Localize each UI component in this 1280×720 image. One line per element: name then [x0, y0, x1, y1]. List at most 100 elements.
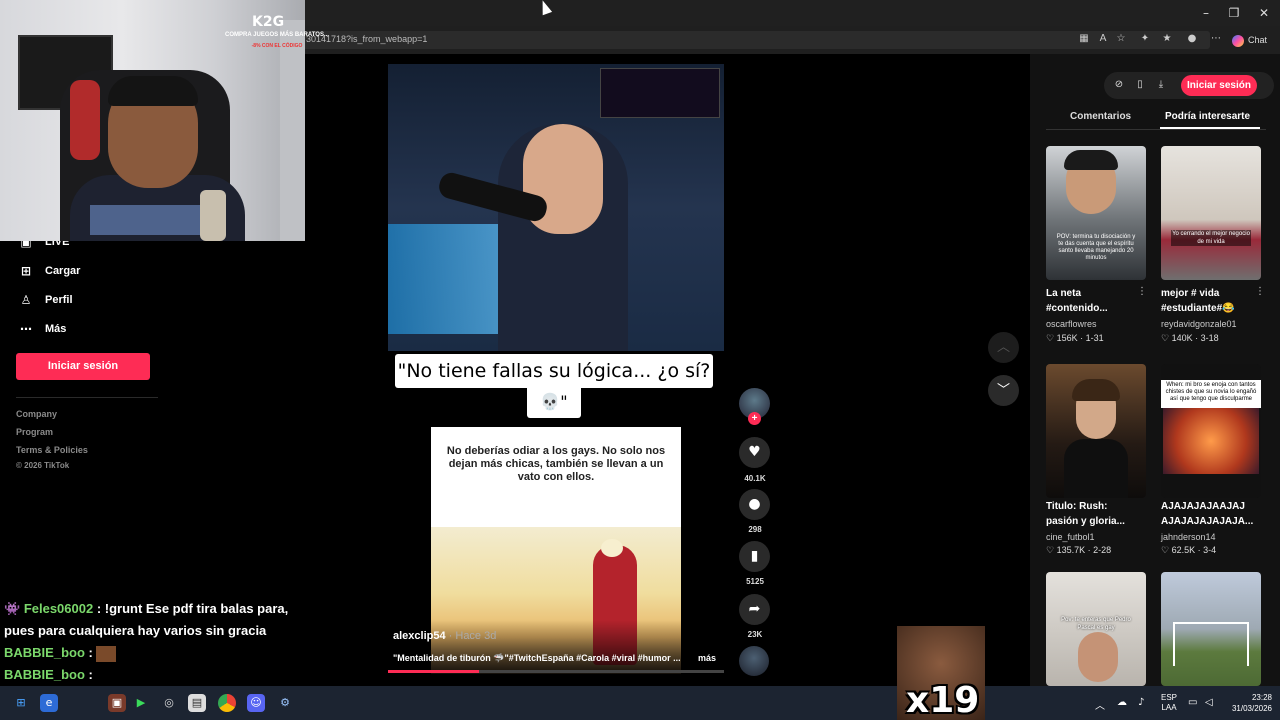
network-icon[interactable]: ☁	[1117, 697, 1127, 708]
recommended-stats: ♡ 135.7K · 2-28	[1046, 545, 1112, 555]
meme-text: No deberías odiar a los gays. No solo no…	[446, 445, 666, 483]
chat-emote-icon	[96, 645, 117, 662]
video-description: "Mentalidad de tiburón 🦈"#TwitchEspaña #…	[393, 653, 681, 663]
copilot-chat-button[interactable]: Chat	[1232, 31, 1274, 49]
chevron-down-icon: ﹀	[996, 383, 1010, 398]
app-icon[interactable]: ▤	[188, 694, 206, 712]
sound-avatar[interactable]	[739, 646, 769, 676]
menu-dots-icon[interactable]: ⋯	[1209, 32, 1223, 46]
save-button[interactable]: ▮	[739, 541, 770, 572]
recommended-thumbnail[interactable]	[1046, 364, 1146, 498]
sidebar-divider	[16, 397, 158, 398]
compass-icon[interactable]: ⊘	[1112, 78, 1126, 92]
comment-count: 298	[748, 525, 762, 534]
next-video-button[interactable]: ﹀	[988, 375, 1019, 406]
sponsor-text: COMPRA JUEGOS MÁS BARATOS...	[225, 32, 329, 38]
recommended-stats: ♡ 140K · 3-18	[1161, 333, 1219, 343]
heart-outline-icon: ♡	[1046, 545, 1055, 555]
microphone	[200, 190, 226, 241]
recommended-user[interactable]: jahnderson14	[1161, 532, 1216, 542]
recommended-thumbnail[interactable]: POV: termina tu disociación y te das cue…	[1046, 146, 1146, 280]
more-icon: ⋯	[20, 322, 32, 336]
chevron-up-icon: ︿	[996, 340, 1010, 355]
upload-icon: ⊞	[20, 264, 32, 278]
recommended-thumbnail[interactable]	[1161, 572, 1261, 686]
footer-link-terms[interactable]: Terms & Policies	[16, 445, 88, 455]
emote-multiplier: x19	[906, 680, 980, 720]
like-count: 40.1K	[744, 474, 766, 483]
extensions-icon[interactable]: ✦	[1138, 32, 1152, 46]
tab-recommended[interactable]: Podría interesarte	[1165, 111, 1250, 122]
video-overlay-gradient	[388, 620, 724, 674]
save-count: 5125	[746, 577, 764, 586]
profile-avatar-icon[interactable]: ●	[1185, 32, 1199, 46]
tab-divider	[1046, 129, 1266, 130]
recommended-title[interactable]: mejor # vida #estudiante#😂	[1161, 286, 1256, 316]
recommended-title[interactable]: La neta #contenido...	[1046, 286, 1141, 316]
heart-outline-icon: ♡	[1161, 333, 1170, 343]
copilot-icon	[1232, 34, 1244, 47]
login-button-right[interactable]: Iniciar sesión	[1181, 75, 1257, 96]
recommended-thumbnail[interactable]: Pov: te enteras que Pedro Pascal es gay	[1046, 572, 1146, 686]
windows-start-icon[interactable]: ⊞	[12, 694, 30, 712]
device-icon[interactable]: ▯	[1133, 78, 1147, 92]
monitor-icon[interactable]: ▭	[1188, 697, 1197, 708]
volume-icon[interactable]: ◁	[1205, 697, 1213, 708]
steam-icon[interactable]: ⚙	[276, 694, 294, 712]
close-icon[interactable]: ✕	[1256, 5, 1272, 21]
sponsor-logo: K2G	[252, 14, 285, 30]
media-play-icon[interactable]: ▶	[132, 694, 150, 712]
share-button[interactable]: ➦	[739, 594, 770, 625]
recommended-stats: ♡ 156K · 1-31	[1046, 333, 1104, 343]
tab-comments[interactable]: Comentarios	[1070, 111, 1131, 122]
heart-outline-icon: ♡	[1046, 333, 1055, 343]
language-indicator[interactable]: ESP LAA	[1161, 693, 1177, 713]
clock[interactable]: 23:28 31/03/2026	[1222, 692, 1272, 714]
microphone-icon[interactable]: ♪	[1138, 697, 1144, 708]
app-icon[interactable]: ▦	[1077, 32, 1091, 46]
recommended-thumbnail[interactable]: Yo cerrando el mejor negocio de mi vida	[1161, 146, 1261, 280]
address-bar[interactable]: 30141718?is_from_webapp=1	[300, 31, 1210, 49]
translate-icon[interactable]: A	[1096, 32, 1110, 46]
share-count: 23K	[747, 630, 763, 639]
minimize-icon[interactable]: –	[1198, 5, 1214, 21]
obs-icon[interactable]: ◎	[160, 694, 178, 712]
sidebar-item-upload[interactable]: ⊞ Cargar	[18, 261, 81, 281]
more-options-icon[interactable]: ⋮	[1255, 286, 1265, 297]
recommended-title[interactable]: AJAJAJAJAAJAJ AJAJAJAJAJAJA...	[1161, 499, 1256, 529]
more-options-icon[interactable]: ⋮	[1137, 286, 1147, 297]
recommended-thumbnail[interactable]: When: mi bro se enoja con tantos chistes…	[1161, 364, 1261, 498]
chevron-up-icon[interactable]: ︿	[1095, 697, 1105, 712]
chat-message: BABBIE_boo :	[4, 642, 294, 664]
video-caption-end: 💀"	[527, 386, 581, 418]
chrome-icon[interactable]	[218, 694, 236, 712]
previous-video-button[interactable]: ︿	[988, 332, 1019, 363]
favorites-bar-icon[interactable]: ★	[1160, 32, 1174, 46]
recommended-user[interactable]: oscarflowres	[1046, 319, 1097, 329]
heart-icon: ♥	[748, 444, 761, 460]
recommended-title[interactable]: Titulo: Rush: pasión y gloria...	[1046, 499, 1141, 529]
chat-message: BABBIE_boo :	[4, 667, 93, 682]
video-player[interactable]	[388, 64, 724, 351]
video-author[interactable]: alexclip54 · Hace 3d	[393, 630, 496, 642]
follow-plus-icon[interactable]: +	[748, 412, 761, 425]
login-button[interactable]: Iniciar sesión	[16, 353, 150, 380]
recommended-user[interactable]: cine_futbol1	[1046, 532, 1095, 542]
like-button[interactable]: ♥	[739, 437, 770, 468]
comment-button[interactable]: ●	[739, 489, 770, 520]
app-icon[interactable]: ▣	[108, 694, 126, 712]
more-button[interactable]: más	[698, 653, 716, 663]
stream-chat: 👾 Feles06002 : !grunt Ese pdf tira balas…	[4, 598, 294, 686]
footer-link-company[interactable]: Company	[16, 409, 57, 419]
discord-icon[interactable]: ☺	[247, 694, 265, 712]
footer-link-program[interactable]: Program	[16, 427, 53, 437]
download-icon[interactable]: ⤓	[1154, 78, 1168, 92]
edge-icon[interactable]: e	[40, 694, 58, 712]
recommended-user[interactable]: reydavidgonzale01	[1161, 319, 1237, 329]
sidebar-item-profile[interactable]: ♙ Perfil	[18, 290, 73, 310]
sidebar-item-more[interactable]: ⋯ Más	[18, 319, 66, 339]
restore-icon[interactable]: ❐	[1226, 5, 1242, 21]
favorite-icon[interactable]: ☆	[1114, 32, 1128, 46]
chat-message: 👾 Feles06002 : !grunt Ese pdf tira balas…	[4, 601, 289, 638]
video-progress-bar[interactable]	[388, 670, 724, 673]
